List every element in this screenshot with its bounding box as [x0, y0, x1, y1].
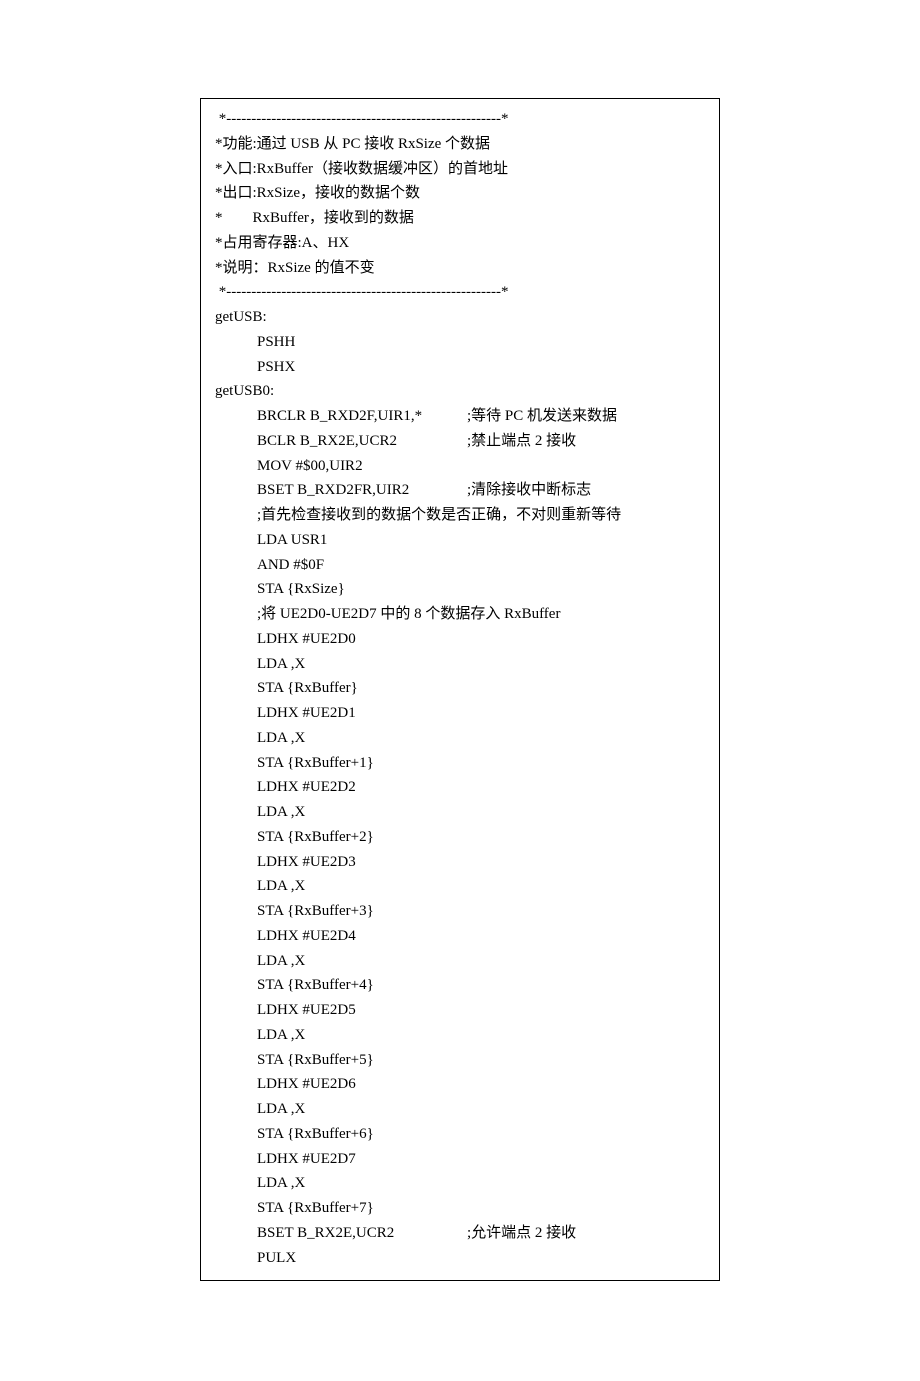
code-line: STA {RxBuffer+3} — [215, 899, 705, 924]
code-line: STA {RxBuffer+4} — [215, 973, 705, 998]
comment-text: ;清除接收中断标志 — [467, 478, 591, 503]
code-line: PSHH — [215, 330, 705, 355]
comment-text: ;允许端点 2 接收 — [467, 1221, 576, 1246]
opcode-text: BCLR B_RX2E,UCR2 — [257, 429, 467, 454]
code-line: LDHX #UE2D1 — [215, 701, 705, 726]
code-line: LDHX #UE2D3 — [215, 850, 705, 875]
code-line: LDA ,X — [215, 1097, 705, 1122]
comment-line: *出口:RxSize，接收的数据个数 — [215, 181, 705, 206]
code-line: LDHX #UE2D0 — [215, 627, 705, 652]
code-line: LDA ,X — [215, 800, 705, 825]
code-line: PULX — [215, 1246, 705, 1271]
comment-line: *功能:通过 USB 从 PC 接收 RxSize 个数据 — [215, 132, 705, 157]
code-line: LDHX #UE2D4 — [215, 924, 705, 949]
code-line: LDHX #UE2D6 — [215, 1072, 705, 1097]
opcode-text: BRCLR B_RXD2F,UIR1,* — [257, 404, 467, 429]
document-page: *---------------------------------------… — [0, 0, 920, 1381]
comment-line: ;首先检查接收到的数据个数是否正确，不对则重新等待 — [215, 503, 705, 528]
code-line: BSET B_RXD2FR,UIR2 ;清除接收中断标志 — [215, 478, 705, 503]
comment-line: * RxBuffer，接收到的数据 — [215, 206, 705, 231]
code-listing-box: *---------------------------------------… — [200, 98, 720, 1281]
opcode-text: BSET B_RXD2FR,UIR2 — [257, 478, 467, 503]
code-line: BSET B_RX2E,UCR2 ;允许端点 2 接收 — [215, 1221, 705, 1246]
code-line: STA {RxBuffer+7} — [215, 1196, 705, 1221]
comment-line: *占用寄存器:A、HX — [215, 231, 705, 256]
code-line: PSHX — [215, 355, 705, 380]
code-line: STA {RxBuffer+1} — [215, 751, 705, 776]
code-line: LDA ,X — [215, 1023, 705, 1048]
code-line: LDA ,X — [215, 949, 705, 974]
comment-line: *说明：RxSize 的值不变 — [215, 256, 705, 281]
comment-text: ;禁止端点 2 接收 — [467, 429, 576, 454]
code-line: LDHX #UE2D7 — [215, 1147, 705, 1172]
code-line: STA {RxBuffer+5} — [215, 1048, 705, 1073]
code-line: LDA ,X — [215, 874, 705, 899]
label-line: getUSB: — [215, 305, 705, 330]
code-line: BRCLR B_RXD2F,UIR1,* ;等待 PC 机发送来数据 — [215, 404, 705, 429]
code-line: LDA USR1 — [215, 528, 705, 553]
rule-line: *---------------------------------------… — [215, 107, 705, 132]
code-line: AND #$0F — [215, 553, 705, 578]
code-line: BCLR B_RX2E,UCR2 ;禁止端点 2 接收 — [215, 429, 705, 454]
code-line: STA {RxSize} — [215, 577, 705, 602]
opcode-text: BSET B_RX2E,UCR2 — [257, 1221, 467, 1246]
code-line: LDA ,X — [215, 1171, 705, 1196]
rule-line: *---------------------------------------… — [215, 280, 705, 305]
comment-text: ;等待 PC 机发送来数据 — [467, 404, 617, 429]
code-line: STA {RxBuffer+2} — [215, 825, 705, 850]
code-line: LDHX #UE2D5 — [215, 998, 705, 1023]
code-line: LDA ,X — [215, 726, 705, 751]
code-line: STA {RxBuffer} — [215, 676, 705, 701]
code-line: LDA ,X — [215, 652, 705, 677]
code-line: MOV #$00,UIR2 — [215, 454, 705, 479]
code-line: STA {RxBuffer+6} — [215, 1122, 705, 1147]
label-line: getUSB0: — [215, 379, 705, 404]
comment-line: *入口:RxBuffer（接收数据缓冲区）的首地址 — [215, 157, 705, 182]
comment-line: ;将 UE2D0-UE2D7 中的 8 个数据存入 RxBuffer — [215, 602, 705, 627]
code-line: LDHX #UE2D2 — [215, 775, 705, 800]
